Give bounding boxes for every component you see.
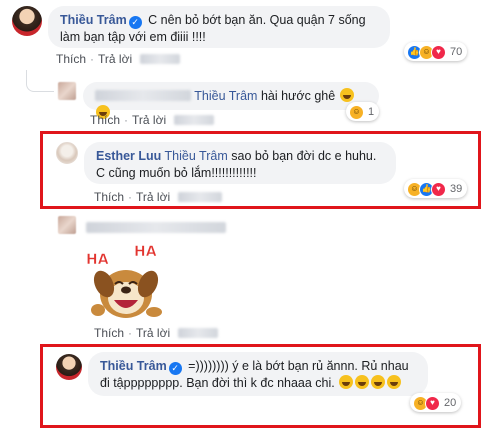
comment-text: hài hước ghê <box>260 89 336 103</box>
rolling-laughing-face-icon <box>339 375 354 389</box>
tagged-user[interactable]: Thiều Trâm <box>165 149 228 163</box>
comment-1: Thiều Trâm ✓ C nên bỏ bớt bạn ăn. Qua quậ… <box>0 0 487 72</box>
redacted-author <box>86 222 226 233</box>
heart-reaction-icon: ♥ <box>425 395 440 411</box>
comment-5: Thiều Trâm ✓ =)))))))) ý e là bớt bạn rủ … <box>0 348 487 426</box>
like-link[interactable]: Thích <box>94 326 124 340</box>
comment-3: Esther Luu Thiều Trâm sao bỏ bạn đời dc … <box>0 136 487 206</box>
reaction-summary[interactable]: 👍 ☺ ♥ 70 <box>404 42 468 61</box>
sticker-text-ha-right: HA <box>134 244 157 260</box>
like-link[interactable]: Thích <box>94 190 124 204</box>
reply-link[interactable]: Trả lời <box>136 190 170 204</box>
sticker-graphic: HA HA <box>86 244 162 318</box>
avatar[interactable] <box>58 82 76 100</box>
smiling-face-icon <box>339 88 354 102</box>
like-link[interactable]: Thích <box>90 113 120 127</box>
avatar[interactable] <box>56 354 82 380</box>
comment-actions: Thích · Trả lời <box>56 52 181 66</box>
comment-bubble: Thiều Trâm ✓ =)))))))) ý e là bớt bạn rủ … <box>88 352 428 396</box>
reaction-summary[interactable]: ☺ 👍 ♥ 39 <box>404 179 468 198</box>
separator: · <box>124 113 129 127</box>
like-link[interactable]: Thích <box>56 52 86 66</box>
avatar[interactable] <box>12 6 42 36</box>
comment-author[interactable]: Esther Luu <box>96 149 161 163</box>
reaction-count: 1 <box>368 106 375 118</box>
separator: · <box>128 190 133 204</box>
redacted-author <box>95 90 191 101</box>
heart-reaction-icon: ♥ <box>431 44 446 60</box>
separator: · <box>128 326 133 340</box>
reaction-count: 39 <box>450 183 463 195</box>
verified-badge-icon: ✓ <box>168 362 182 375</box>
comment-author[interactable]: Thiều Trâm <box>100 359 167 373</box>
haha-reaction-icon: ☺ <box>349 104 364 120</box>
reaction-count: 70 <box>450 46 463 58</box>
rolling-laughing-face-icon <box>371 375 386 389</box>
redacted-timestamp <box>140 54 181 64</box>
tagged-user[interactable]: Thiều Trâm <box>194 89 257 103</box>
comment-4: HA HA Thích · Trả lời <box>0 212 487 344</box>
reply-link[interactable]: Trả lời <box>98 52 132 66</box>
comment-actions: Thích · Trả lời <box>94 190 223 204</box>
comment-bubble: Esther Luu Thiều Trâm sao bỏ bạn đời dc … <box>84 142 396 184</box>
comment-actions: Thích · Trả lời <box>94 326 219 340</box>
reaction-count: 20 <box>444 397 457 409</box>
rolling-laughing-face-icon <box>355 375 370 389</box>
verified-badge-icon: ✓ <box>128 16 142 29</box>
laughing-dog-sticker-icon: HA HA <box>82 242 168 324</box>
reply-link[interactable]: Trả lời <box>136 326 170 340</box>
reply-link[interactable]: Trả lời <box>132 113 166 127</box>
comment-bubble: Thiều Trâm ✓ C nên bỏ bớt bạn ăn. Qua quậ… <box>48 6 390 48</box>
redacted-timestamp <box>174 115 215 125</box>
reaction-summary[interactable]: ☺ 1 <box>346 102 380 121</box>
redacted-timestamp <box>178 328 219 338</box>
redacted-timestamp <box>178 192 223 202</box>
separator: · <box>90 52 95 66</box>
heart-reaction-icon: ♥ <box>431 181 446 197</box>
comment-2: Thiều Trâm hài hước ghê ☺ 1 Thích · Trả lờ… <box>0 78 487 128</box>
avatar[interactable] <box>56 142 78 164</box>
comment-bubble: Thiều Trâm hài hước ghê <box>83 82 379 119</box>
comment-actions: Thích · Trả lời <box>90 113 215 127</box>
sticker-text-ha-left: HA <box>86 252 109 268</box>
avatar[interactable] <box>58 216 76 234</box>
comment-author[interactable]: Thiều Trâm <box>60 13 127 27</box>
rolling-laughing-face-icon <box>387 375 402 389</box>
reaction-summary[interactable]: ☺ ♥ 20 <box>410 393 462 412</box>
